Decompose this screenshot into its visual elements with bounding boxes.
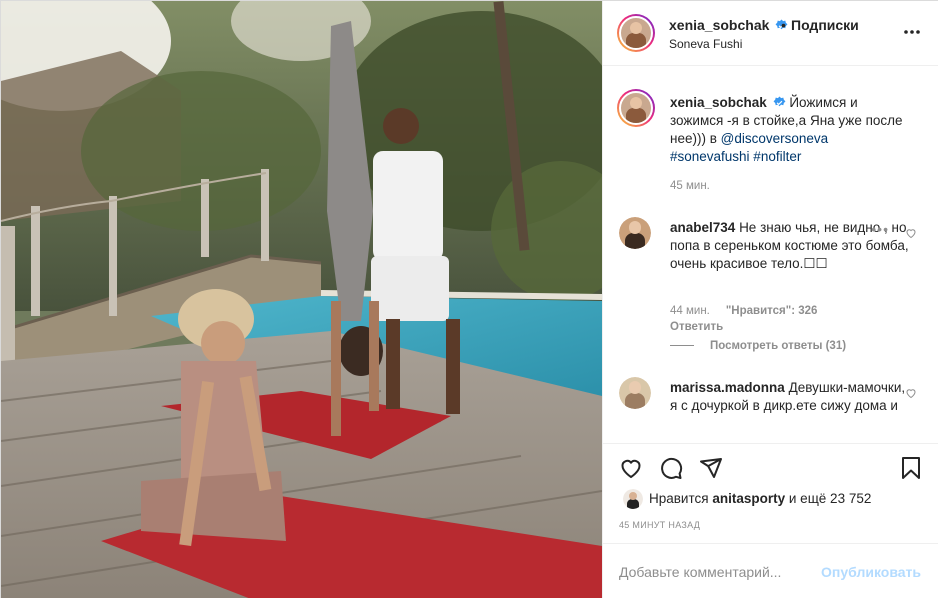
post-caption: xenia_sobchak Йожимся и зожимся -я в сто… xyxy=(603,89,938,199)
author-username-text: xenia_sobchak xyxy=(669,17,770,33)
commenter-avatar[interactable] xyxy=(619,377,651,409)
view-replies-label: Посмотреть ответы (31) xyxy=(710,340,847,352)
header-separator: • xyxy=(781,17,786,33)
comments-list[interactable]: xenia_sobchak Йожимся и зожимся -я в сто… xyxy=(603,67,938,443)
commenter-avatar[interactable] xyxy=(619,217,651,249)
post-location[interactable]: Soneva Fushi xyxy=(669,37,742,51)
comment-likes-count[interactable]: "Нравится": 326 xyxy=(726,305,818,317)
comment-like-heart-icon[interactable] xyxy=(905,227,917,239)
heart-icon[interactable] xyxy=(619,456,643,480)
commenter-username[interactable]: marissa.madonna xyxy=(670,380,785,395)
publish-button[interactable]: Опубликовать xyxy=(821,564,921,580)
likes-summary[interactable]: Нравится anitasporty и ещё 23 752 xyxy=(603,487,938,511)
post-timestamp[interactable]: 45 МИНУТ НАЗАД xyxy=(619,520,700,530)
caption-time: 45 мин. xyxy=(670,180,710,192)
comment-like-heart-icon[interactable] xyxy=(905,387,917,399)
commenter-username[interactable]: anabel734 xyxy=(670,220,735,235)
comment-reply-button[interactable]: Ответить xyxy=(670,321,723,333)
author-avatar[interactable] xyxy=(617,14,655,52)
liker-username[interactable]: anitasporty xyxy=(712,491,785,506)
comment-text: marissa.madonna Девушки-мамочки, я с доч… xyxy=(670,379,910,415)
post-photo-scene xyxy=(1,1,602,598)
instagram-post: xenia_sobchak • Подписки Soneva Fushi xe… xyxy=(0,0,938,598)
following-button[interactable]: Подписки xyxy=(791,17,859,33)
likes-prefix: Нравится xyxy=(649,491,709,506)
post-photo[interactable] xyxy=(1,1,602,598)
caption-author-avatar[interactable] xyxy=(617,89,655,127)
comment-item: anabel734 Не знаю чья, не видно , но поп… xyxy=(603,215,938,365)
bookmark-icon[interactable] xyxy=(899,456,923,480)
comment-item: marissa.madonna Девушки-мамочки, я с доч… xyxy=(603,375,938,443)
likes-text: Нравится anitasporty и ещё 23 752 xyxy=(649,491,871,506)
comment-icon[interactable] xyxy=(659,456,683,480)
post-actions-bar xyxy=(603,443,938,491)
view-replies-line xyxy=(670,345,694,347)
author-username[interactable]: xenia_sobchak xyxy=(669,17,788,33)
comment-options-icon[interactable]: ••• xyxy=(871,221,889,237)
post-side-panel: xenia_sobchak • Подписки Soneva Fushi xe… xyxy=(602,1,938,598)
verified-badge-icon xyxy=(773,96,786,107)
add-comment-bar: Опубликовать xyxy=(603,543,938,598)
add-comment-input[interactable] xyxy=(619,564,819,580)
caption-username[interactable]: xenia_sobchak xyxy=(670,95,767,110)
likes-count[interactable]: и ещё 23 752 xyxy=(789,491,871,506)
caption-text: xenia_sobchak Йожимся и зожимся -я в сто… xyxy=(670,94,910,166)
share-icon[interactable] xyxy=(699,456,723,480)
caption-hashtags[interactable]: #sonevafushi #nofilter xyxy=(670,149,801,164)
view-replies-button[interactable]: Посмотреть ответы (31) xyxy=(670,340,846,352)
post-header: xenia_sobchak • Подписки Soneva Fushi xyxy=(603,1,938,66)
caption-mention-link[interactable]: @discoversoneva xyxy=(721,131,829,146)
liker-avatar[interactable] xyxy=(623,489,643,509)
more-options-icon[interactable] xyxy=(903,23,921,43)
comment-time: 44 мин. xyxy=(670,305,710,317)
comment-meta: 44 мин. "Нравится": 326 xyxy=(670,305,817,317)
